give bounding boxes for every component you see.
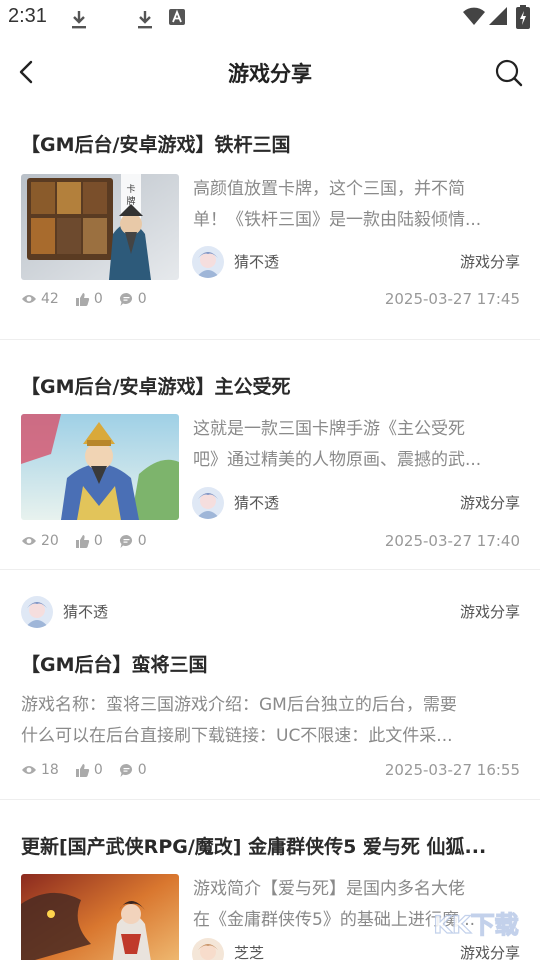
article-title[interactable]: 【GM后台】蛮将三国	[21, 650, 511, 677]
article-card[interactable]: 【GM后台/安卓游戏】主公受死 这就是一款三国卡牌手游《主公受死 吧》通过精美的…	[0, 340, 540, 570]
article-stats: 20 0 0	[21, 531, 163, 551]
likes-count: 0	[93, 291, 103, 307]
comments-count: 0	[137, 291, 147, 307]
category-label[interactable]: 游戏分享	[460, 492, 520, 513]
likes-count: 0	[93, 762, 103, 778]
author-name[interactable]: 猜不透	[234, 492, 279, 513]
comments-stat[interactable]: 0	[119, 533, 147, 549]
author-avatar[interactable]	[192, 487, 224, 519]
article-feed: 【GM后台/安卓游戏】铁杆三国 卡 牌 巅 峰	[0, 108, 540, 960]
author-avatar[interactable]	[21, 596, 53, 628]
publish-date: 2025-03-27 16:55	[384, 761, 520, 779]
likes-stat[interactable]: 0	[75, 533, 103, 549]
article-summary: 高颜值放置卡牌，这个三国，并不简 单！《铁杆三国》是一款由陆毅倾情...	[193, 174, 523, 236]
battery-icon	[516, 5, 530, 29]
svg-text:卡: 卡	[126, 183, 135, 195]
views-count: 18	[41, 762, 59, 778]
likes-count: 0	[93, 533, 103, 549]
article-thumbnail[interactable]	[21, 874, 179, 960]
app-header: 游戏分享	[0, 36, 540, 108]
author-name[interactable]: 猜不透	[63, 601, 108, 622]
article-thumbnail[interactable]: 卡 牌 巅 峰	[21, 174, 179, 280]
publish-date: 2025-03-27 17:45	[384, 290, 520, 308]
download-icon-2	[138, 11, 152, 29]
thumbs-up-icon	[75, 534, 89, 548]
summary-line: 这就是一款三国卡牌手游《主公受死	[193, 419, 465, 439]
summary-line: 吧》通过精美的人物原画、震撼的武...	[193, 450, 482, 470]
summary-line: 游戏简介【爱与死】是国内多名大佬	[193, 879, 465, 899]
eye-icon	[22, 766, 36, 774]
article-stats: 42 0 0	[21, 289, 163, 309]
category-label[interactable]: 游戏分享	[460, 251, 520, 272]
thumbs-up-icon	[75, 292, 89, 306]
views-stat: 18	[21, 762, 59, 778]
author-name[interactable]: 芝芝	[234, 942, 264, 960]
thumbs-up-icon	[75, 763, 89, 777]
app-notification-icon	[169, 9, 185, 25]
article-title[interactable]: 更新[国产武侠RPG/魔改] 金庸群侠传5 爱与死 仙狐...	[21, 832, 511, 859]
summary-line: 什么可以在后台直接刷下载链接：UC不限速：此文件采...	[21, 726, 453, 746]
wifi-icon	[463, 7, 485, 25]
comments-stat[interactable]: 0	[119, 291, 147, 307]
views-stat: 20	[21, 533, 59, 549]
article-title[interactable]: 【GM后台/安卓游戏】主公受死	[21, 372, 511, 399]
article-summary: 这就是一款三国卡牌手游《主公受死 吧》通过精美的人物原画、震撼的武...	[193, 414, 523, 476]
views-stat: 42	[21, 291, 59, 307]
author-avatar[interactable]	[192, 938, 224, 960]
views-count: 42	[41, 291, 59, 307]
article-thumbnail[interactable]	[21, 414, 179, 520]
page-title: 游戏分享	[228, 62, 312, 86]
article-card[interactable]: 猜不透 游戏分享 【GM后台】蛮将三国 游戏名称：蛮将三国游戏介绍：GM后台独立…	[0, 570, 540, 800]
likes-stat[interactable]: 0	[75, 291, 103, 307]
watermark-logo: KK下载	[433, 910, 519, 939]
article-summary: 游戏名称：蛮将三国游戏介绍：GM后台独立的后台，需要 什么可以在后台直接刷下载链…	[21, 690, 521, 752]
comments-stat[interactable]: 0	[119, 762, 147, 778]
author-name[interactable]: 猜不透	[234, 251, 279, 272]
category-label[interactable]: 游戏分享	[460, 601, 520, 622]
comment-icon	[119, 534, 132, 548]
svg-text:KK下载: KK下载	[433, 911, 518, 939]
publish-date: 2025-03-27 17:40	[384, 532, 520, 550]
views-count: 20	[41, 533, 59, 549]
comments-count: 0	[137, 762, 147, 778]
signal-icon	[489, 7, 507, 25]
download-icon	[72, 11, 86, 29]
comments-count: 0	[137, 533, 147, 549]
summary-line: 单！《铁杆三国》是一款由陆毅倾情...	[193, 210, 482, 230]
summary-line: 游戏名称：蛮将三国游戏介绍：GM后台独立的后台，需要	[21, 695, 457, 715]
eye-icon	[22, 295, 36, 303]
article-title[interactable]: 【GM后台/安卓游戏】铁杆三国	[21, 130, 511, 157]
article-stats: 18 0 0	[21, 760, 163, 780]
search-icon[interactable]	[494, 58, 524, 88]
status-bar: 2:31	[0, 0, 540, 36]
summary-line: 高颜值放置卡牌，这个三国，并不简	[193, 179, 465, 199]
eye-icon	[22, 537, 36, 545]
author-avatar[interactable]	[192, 246, 224, 278]
comment-icon	[119, 292, 132, 306]
category-label[interactable]: 游戏分享	[460, 942, 520, 960]
likes-stat[interactable]: 0	[75, 762, 103, 778]
article-card[interactable]: 【GM后台/安卓游戏】铁杆三国 卡 牌 巅 峰	[0, 108, 540, 340]
comment-icon	[119, 763, 132, 777]
status-time: 2:31	[8, 5, 47, 27]
